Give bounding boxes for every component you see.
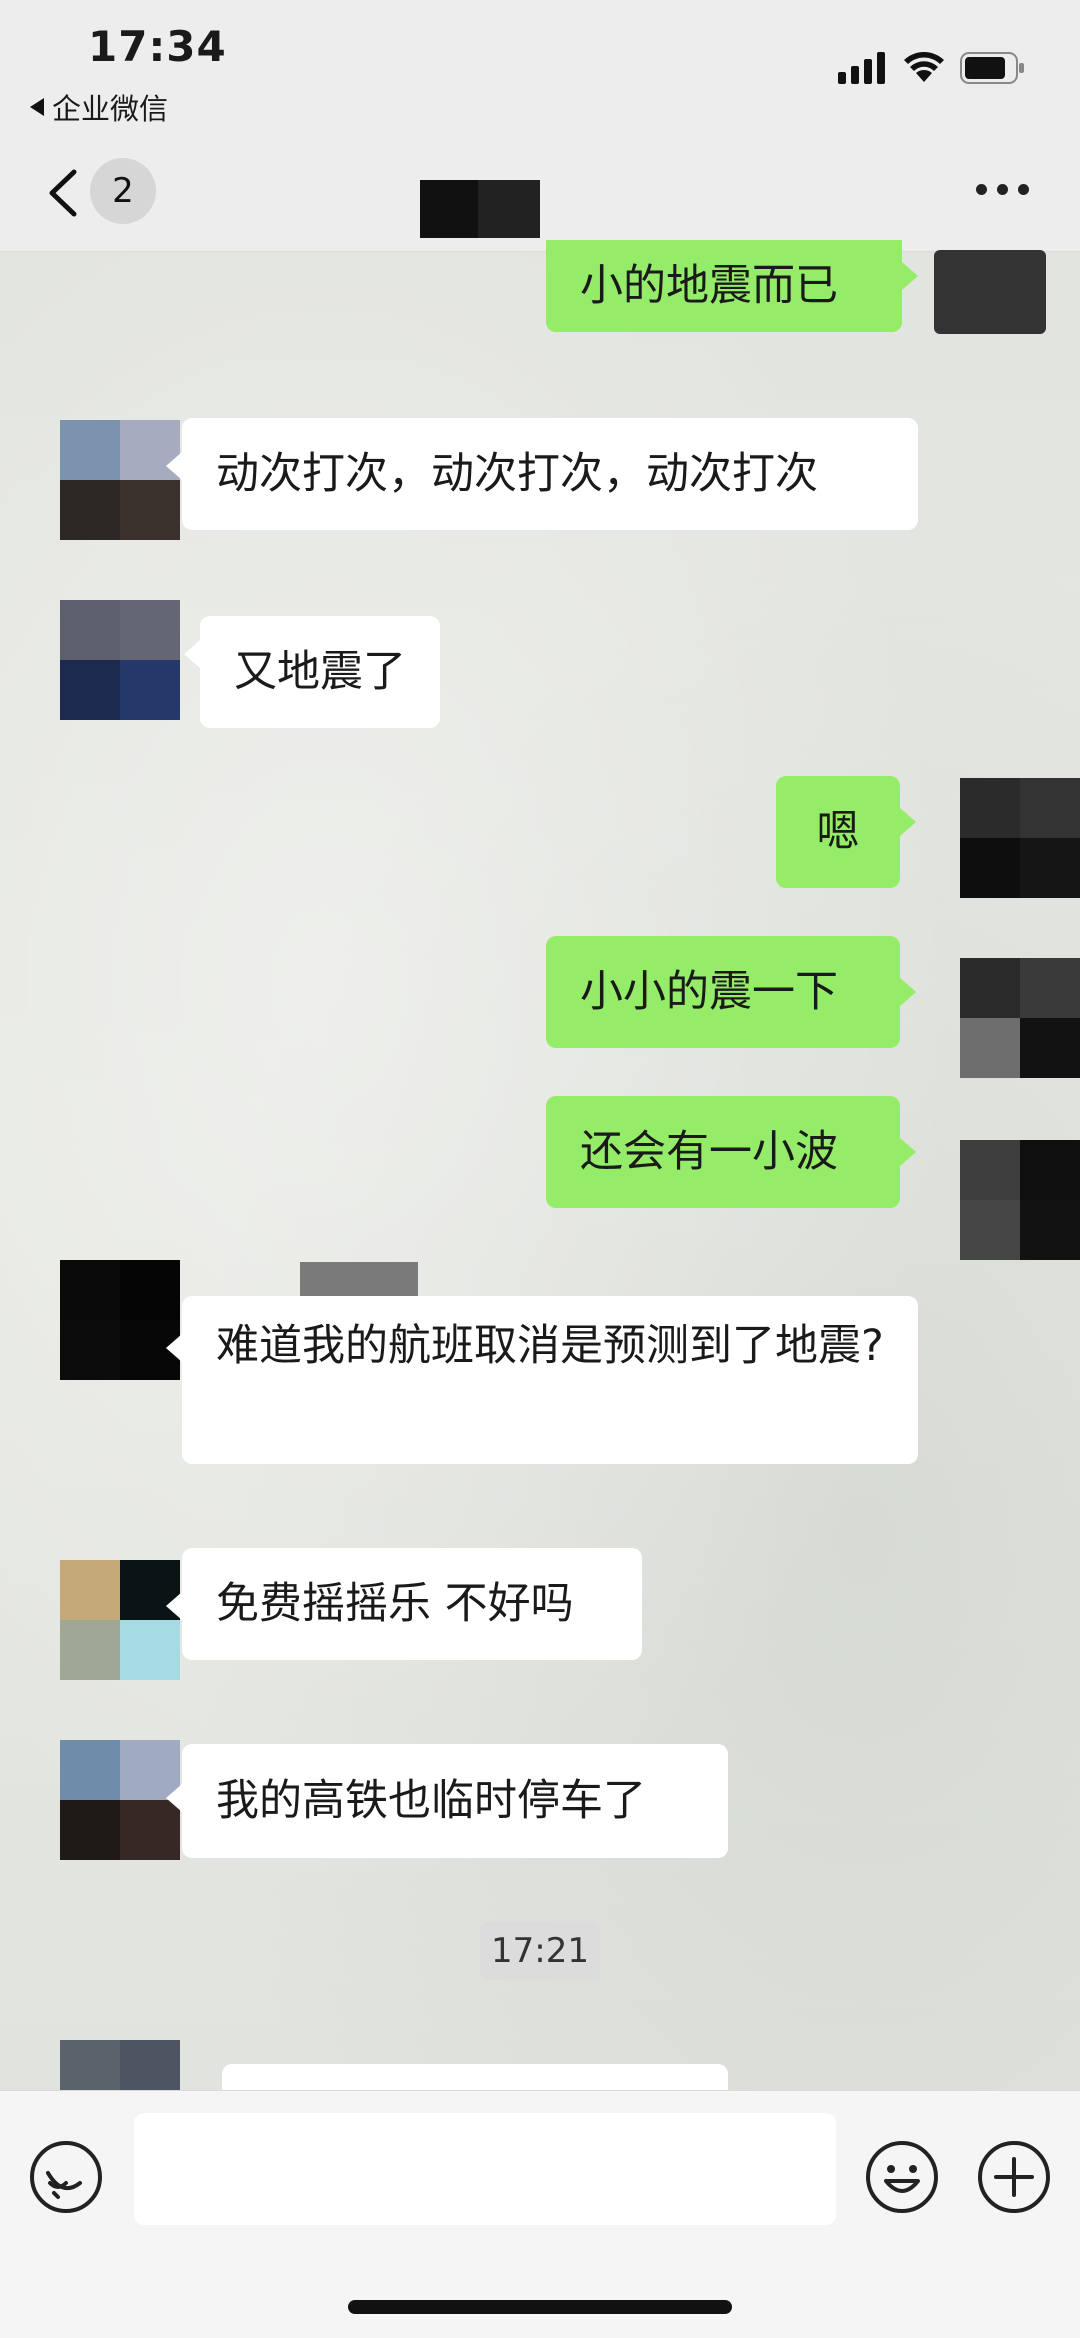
bubble-tail [166, 1784, 182, 1812]
unread-count-badge[interactable]: 2 [90, 158, 156, 224]
back-chevron-icon[interactable] [44, 168, 84, 218]
avatar[interactable] [934, 250, 1046, 334]
message-text: 免费摇摇乐 不好吗 [216, 1579, 574, 1629]
plus-icon[interactable] [976, 2139, 1052, 2215]
message-text: 还会有一小波 [580, 1127, 838, 1177]
avatar[interactable] [60, 1560, 180, 1680]
back-to-app-link[interactable]: 企业微信 [30, 86, 168, 128]
message-bubble-incoming[interactable]: 我的高铁也临时停车了 [182, 1744, 728, 1858]
voice-icon[interactable] [28, 2139, 104, 2215]
message-input[interactable] [134, 2113, 836, 2225]
bubble-tail [166, 1334, 182, 1362]
message-text: 难道我的航班取消是预测到了地震? [216, 1321, 884, 1371]
avatar[interactable] [960, 958, 1080, 1078]
avatar[interactable] [60, 2040, 180, 2090]
message-bubble-outgoing[interactable]: 小的地震而已 [546, 240, 902, 332]
message-text: 我的高铁也临时停车了 [216, 1776, 646, 1826]
avatar[interactable] [960, 1140, 1080, 1260]
message-text: 嗯 [816, 807, 860, 857]
message-text: 动次打次，动次打次，动次打次 [216, 449, 818, 499]
message-text: 小的地震而已 [580, 261, 838, 311]
message-bubble-incoming[interactable] [222, 2064, 728, 2090]
emoji-icon[interactable] [864, 2139, 940, 2215]
bubble-tail [166, 1592, 182, 1620]
avatar[interactable] [60, 420, 180, 540]
back-triangle-icon [30, 98, 44, 116]
message-timestamp: 17:21 [480, 1922, 600, 1980]
bubble-tail [900, 808, 916, 836]
bubble-tail [902, 262, 918, 290]
avatar[interactable] [60, 1260, 180, 1380]
message-text: 小小的震一下 [580, 967, 838, 1017]
avatar[interactable] [960, 778, 1080, 898]
bubble-tail [166, 452, 182, 480]
message-text: 又地震了 [234, 647, 406, 697]
avatar[interactable] [60, 1740, 180, 1860]
chat-title-redacted [420, 180, 540, 240]
sender-name-redacted [300, 1262, 418, 1296]
home-indicator[interactable] [348, 2300, 732, 2314]
message-bubble-outgoing[interactable]: 小小的震一下 [546, 936, 900, 1048]
status-bar: 17:34 企业微信 [0, 0, 1080, 130]
message-bubble-incoming[interactable]: 难道我的航班取消是预测到了地震? [182, 1296, 918, 1464]
message-bubble-outgoing[interactable]: 还会有一小波 [546, 1096, 900, 1208]
bubble-tail [900, 1138, 916, 1166]
message-bubble-incoming[interactable]: 又地震了 [200, 616, 440, 728]
back-app-label: 企业微信 [52, 92, 169, 126]
chat-header: 2 [0, 130, 1080, 252]
message-bubble-incoming[interactable]: 动次打次，动次打次，动次打次 [182, 418, 918, 530]
wifi-icon [904, 52, 944, 82]
message-bubble-outgoing[interactable]: 嗯 [776, 776, 900, 888]
avatar[interactable] [60, 600, 180, 720]
more-dots-icon[interactable] [976, 184, 1029, 195]
cellular-signal-icon [838, 52, 885, 84]
bubble-tail [900, 978, 916, 1006]
status-time: 17:34 [88, 22, 227, 71]
message-bubble-incoming[interactable]: 免费摇摇乐 不好吗 [182, 1548, 642, 1660]
battery-icon [960, 52, 1024, 84]
bubble-tail [184, 640, 200, 668]
